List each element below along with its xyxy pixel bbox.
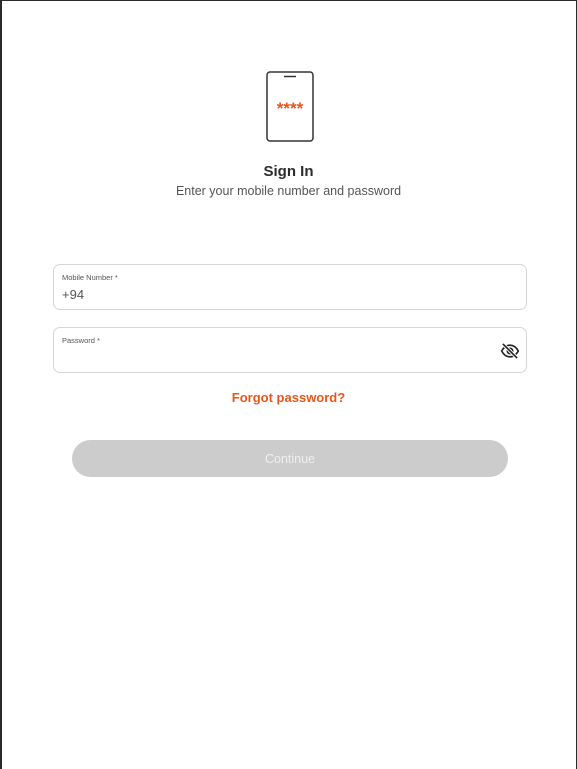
password-stars: **** [277, 99, 304, 118]
mobile-number-field[interactable]: Mobile Number * [53, 264, 527, 310]
page-subtitle: Enter your mobile number and password [175, 184, 402, 198]
forgot-password-link[interactable]: Forgot password? [0, 390, 577, 405]
continue-button[interactable]: Continue [72, 440, 508, 477]
password-field[interactable]: Password * [53, 327, 527, 373]
eye-off-icon[interactable] [500, 341, 520, 361]
password-label: Password * [62, 336, 100, 345]
phone-password-icon: **** [266, 71, 314, 142]
mobile-number-input[interactable] [62, 285, 482, 303]
mobile-number-label: Mobile Number * [62, 273, 118, 282]
password-input[interactable] [62, 348, 482, 366]
page-title: Sign In [263, 163, 314, 180]
